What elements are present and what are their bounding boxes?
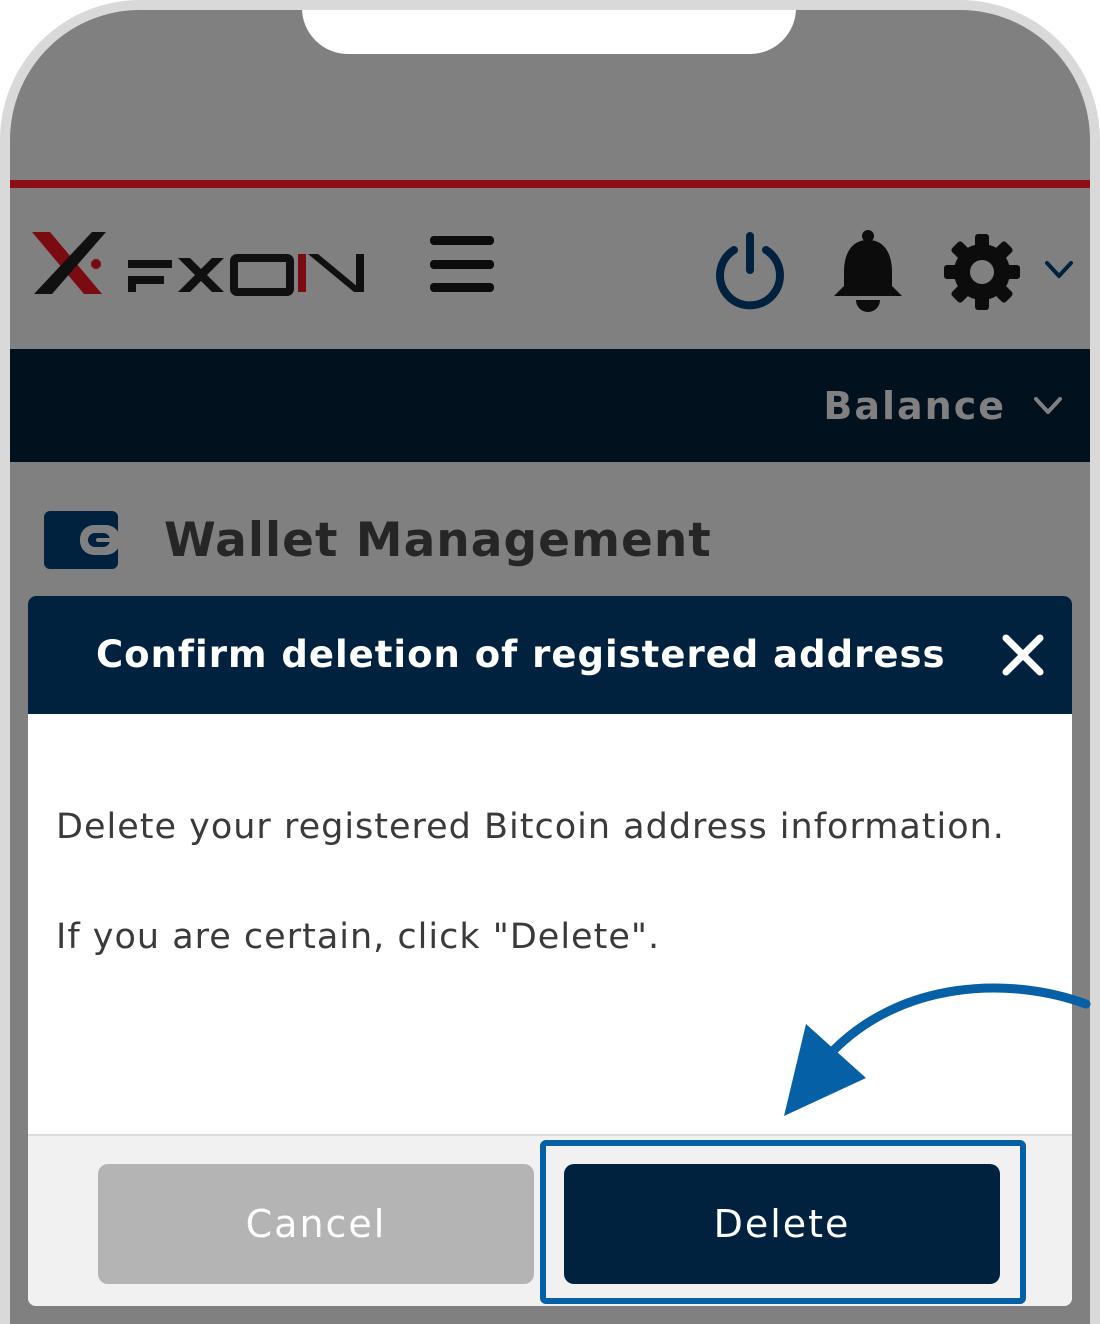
close-icon[interactable] [1000,632,1046,678]
app-header [10,188,1090,349]
dialog-header: Confirm deletion of registered address [28,596,1072,714]
chevron-down-icon[interactable] [1044,258,1074,282]
hamburger-line [430,283,494,292]
bell-icon[interactable] [828,228,908,314]
dialog-message: Delete your registered Bitcoin address i… [56,807,1005,847]
dialog-instruction: If you are certain, click "Delete". [56,917,661,957]
hamburger-line [430,260,494,269]
phone-notch [302,10,796,54]
dialog-footer: Cancel Delete [28,1134,1072,1306]
power-icon[interactable] [712,232,788,312]
dialog-body: Delete your registered Bitcoin address i… [56,796,1016,968]
delete-button[interactable]: Delete [564,1164,1000,1284]
balance-label: Balance [823,383,1006,428]
nav-bar: Balance [10,349,1090,462]
confirm-delete-dialog: Confirm deletion of registered address D… [28,596,1072,1306]
gear-icon[interactable] [944,234,1020,310]
phone-frame: Balance Wallet Management Confirm deleti… [0,0,1100,1324]
balance-menu[interactable]: Balance [823,349,1064,462]
cancel-button[interactable]: Cancel [98,1164,534,1284]
fxon-logo[interactable] [28,228,368,300]
header-accent-line [10,180,1090,188]
page-title: Wallet Management [164,512,712,568]
dialog-title: Confirm deletion of registered address [96,633,946,676]
chevron-down-icon [1034,396,1062,414]
page-title-row: Wallet Management [44,490,712,590]
wallet-icon [44,511,118,569]
hamburger-menu-icon[interactable] [430,234,496,294]
hamburger-line [430,236,494,245]
